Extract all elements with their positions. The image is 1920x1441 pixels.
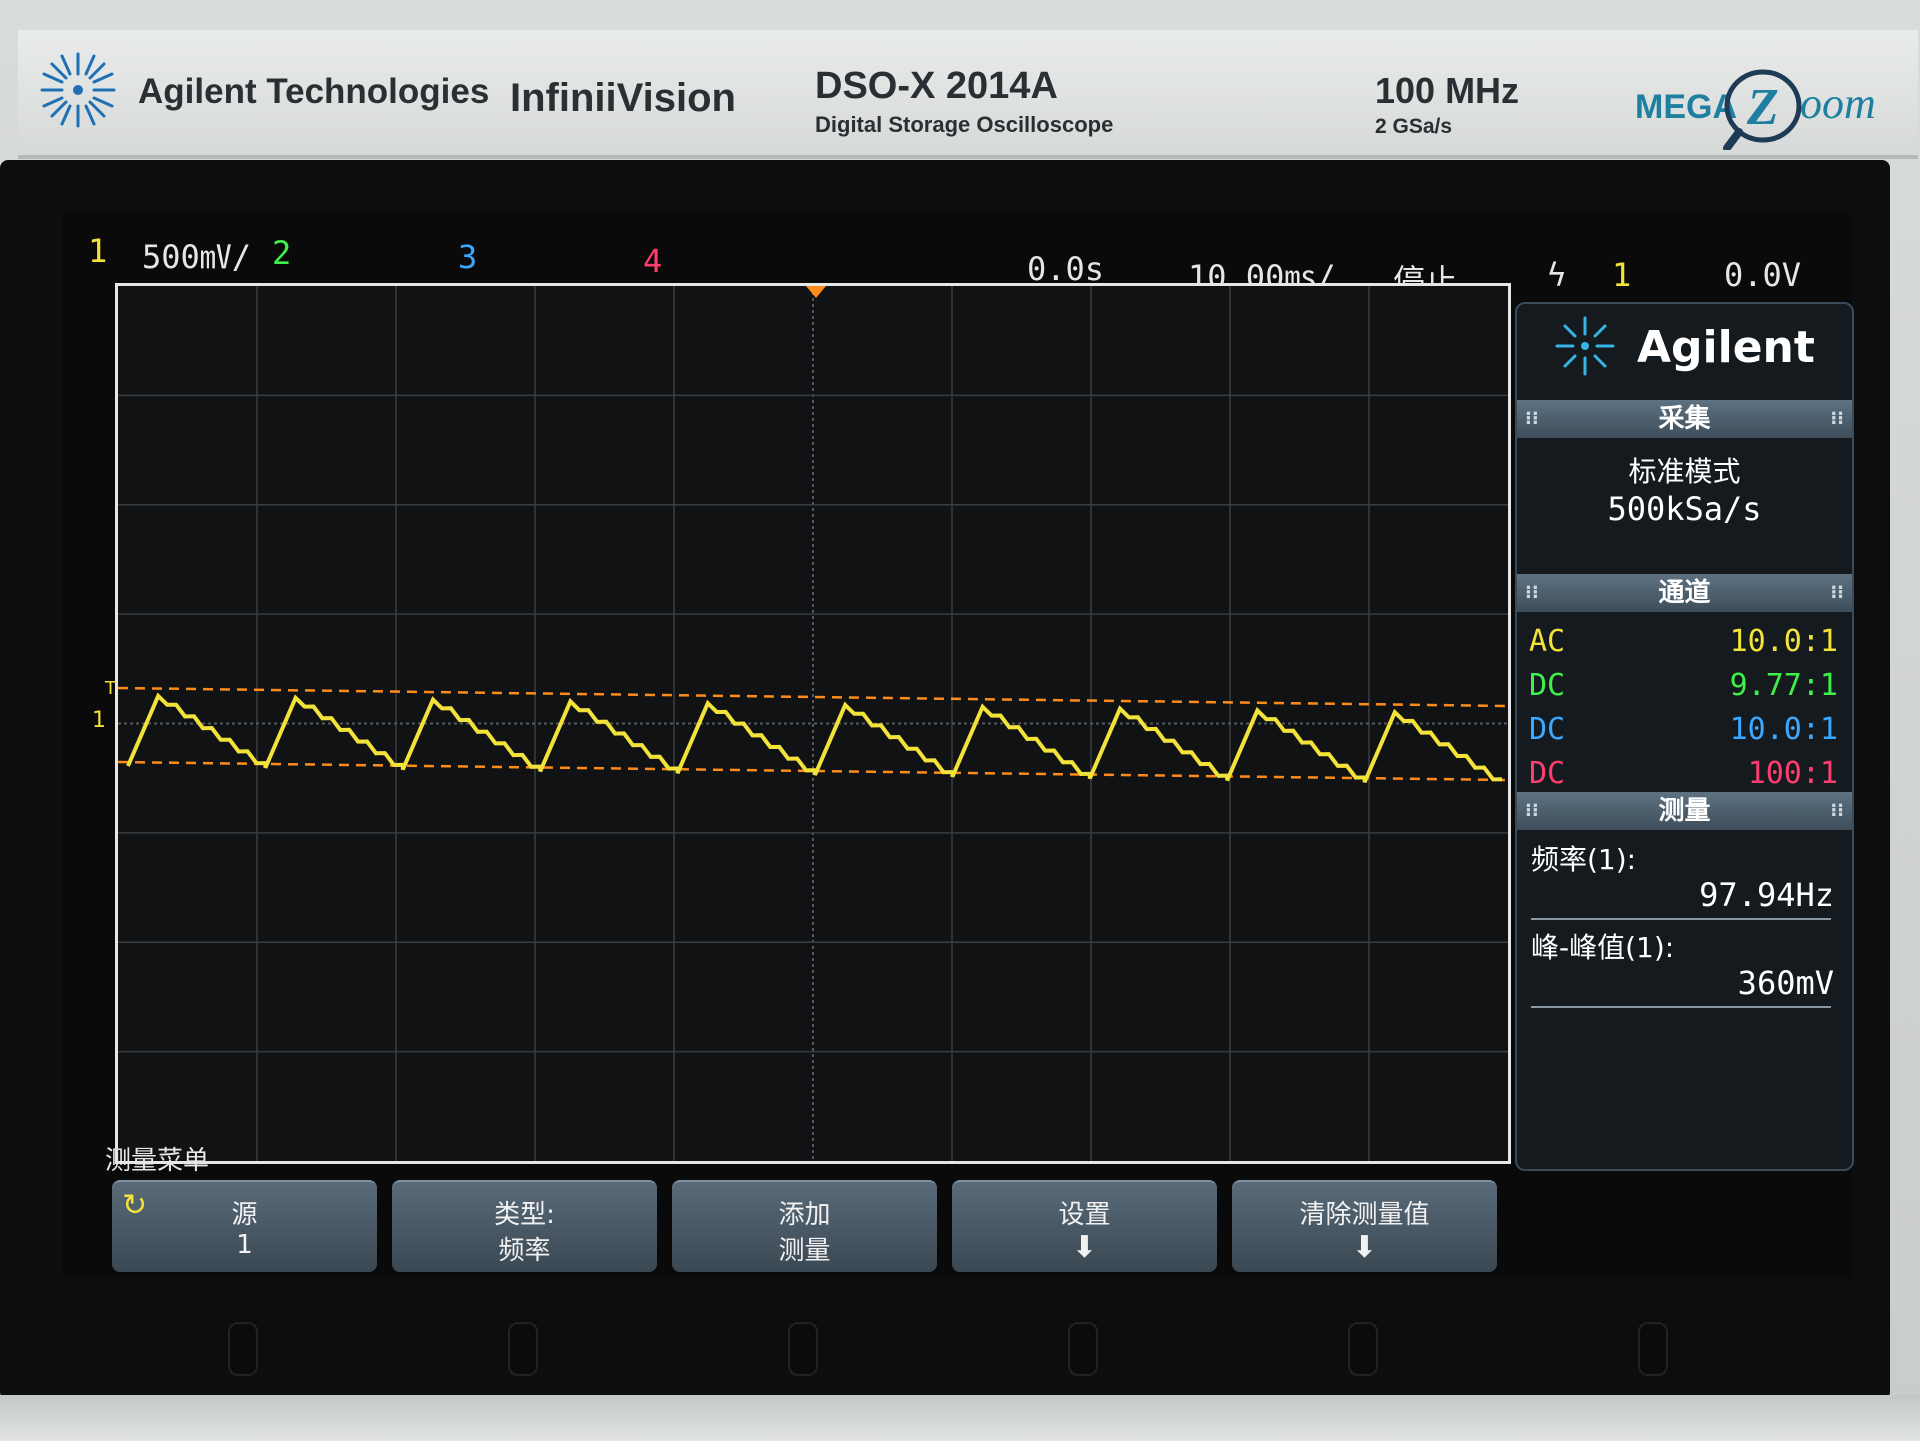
channel-coupling: DC: [1529, 756, 1566, 791]
softkey-4[interactable]: 设置 ⬇: [952, 1180, 1217, 1272]
ch1-trace: [126, 692, 1503, 783]
bottom-bezel: [0, 1395, 1920, 1441]
softkey-2[interactable]: 类型: 频率: [392, 1180, 657, 1272]
physical-softkey-3[interactable]: [788, 1322, 818, 1376]
channel-header-label: 通道: [1658, 578, 1711, 608]
submenu-arrow-icon: ⬇: [1351, 1230, 1378, 1265]
model-description: Digital Storage Oscilloscope: [815, 112, 1114, 137]
menu-title: 测量菜单: [105, 1146, 210, 1176]
channel-coupling: DC: [1529, 668, 1566, 703]
physical-softkey-4[interactable]: [1068, 1322, 1098, 1376]
channel-coupling: AC: [1529, 624, 1566, 659]
side-info-panel: Agilent ⁝⁝ 采集 ⁝⁝ 标准模式 500kSa/s ⁝⁝ 通道 ⁝⁝ …: [1515, 302, 1854, 1171]
softkey-value: 1: [236, 1230, 253, 1260]
agilent-star-icon: [1555, 316, 1615, 376]
trigger-position-marker: [806, 286, 826, 298]
ch3-number[interactable]: 3: [458, 238, 477, 276]
channel-probe-ratio: 10.0:1: [1729, 624, 1838, 659]
channel-probe-ratio: 10.0:1: [1729, 712, 1838, 747]
acquire-header[interactable]: ⁝⁝ 采集 ⁝⁝: [1517, 400, 1852, 438]
acquire-rate: 500kSa/s: [1607, 490, 1762, 528]
measure-divider-1: [1531, 918, 1831, 920]
softkey-label: 类型:: [494, 1200, 555, 1230]
trigger-edge-icon: ϟ: [1547, 256, 1567, 294]
physical-softkey-6[interactable]: [1638, 1322, 1668, 1376]
megazoom-oom-text: oom: [1800, 79, 1876, 128]
waveform-display[interactable]: [115, 283, 1511, 1164]
megazoom-mega-text: MEGA: [1635, 88, 1737, 126]
megazoom-z-text: Z: [1746, 79, 1779, 136]
ch1-scale: 500㎷/: [142, 238, 252, 276]
trigger-channel: 1: [1612, 256, 1632, 294]
softkey-label: 添加: [778, 1200, 831, 1230]
ch4-number[interactable]: 4: [643, 242, 662, 280]
channel-probe-ratio: 9.77:1: [1729, 668, 1838, 703]
channel-coupling: DC: [1529, 712, 1566, 747]
softkey-label: 清除测量值: [1299, 1200, 1430, 1230]
measure-1-value: 97.94Hz: [1699, 876, 1834, 914]
ch1-ground-marker[interactable]: 1: [92, 708, 106, 733]
graticule-grid: [118, 286, 1508, 1161]
softkey-value: 测量: [778, 1236, 831, 1266]
measure-1-label: 频率(1):: [1531, 843, 1637, 876]
softkey-1[interactable]: 源 1 ↻: [112, 1180, 377, 1272]
trigger-level: 0.0V: [1724, 256, 1802, 294]
submenu-arrow-icon: ⬇: [1071, 1230, 1098, 1265]
measure-2-label: 峰-峰值(1):: [1531, 931, 1675, 964]
softkey-5[interactable]: 清除测量值 ⬇: [1232, 1180, 1497, 1272]
bandwidth-label: 100 MHz: [1375, 70, 1520, 111]
series-name: InfiniiVision: [510, 76, 736, 120]
measure-header-label: 测量: [1658, 796, 1711, 826]
physical-softkey-2[interactable]: [508, 1322, 538, 1376]
acquire-mode: 标准模式: [1628, 455, 1741, 488]
softkey-3[interactable]: 添加 测量: [672, 1180, 937, 1272]
trigger-level-marker: T: [105, 678, 116, 699]
company-name: Agilent Technologies: [138, 72, 490, 111]
ch1-number[interactable]: 1: [88, 232, 107, 270]
physical-softkey-1[interactable]: [228, 1322, 258, 1376]
megazoom-logo: MEGA Z oom: [1635, 69, 1876, 150]
softkey-value: 频率: [498, 1236, 551, 1266]
ch2-number[interactable]: 2: [272, 234, 291, 272]
panel-logo-text: Agilent: [1637, 322, 1815, 373]
channel-probe-ratio: 100:1: [1747, 756, 1838, 791]
measure-2-value: 360mV: [1737, 964, 1834, 1002]
softkey-label: 源: [231, 1200, 258, 1230]
measure-divider-2: [1531, 1006, 1831, 1008]
agilent-logo-icon: [40, 52, 116, 128]
measure-header[interactable]: ⁝⁝ 测量 ⁝⁝: [1517, 792, 1852, 830]
rotate-knob-icon: ↻: [122, 1188, 148, 1223]
channel-header[interactable]: ⁝⁝ 通道 ⁝⁝: [1517, 574, 1852, 612]
waveform-plot: [118, 286, 1508, 1161]
sample-rate-label: 2 GSa/s: [1375, 115, 1453, 138]
physical-softkey-5[interactable]: [1348, 1322, 1378, 1376]
acquire-header-label: 采集: [1658, 404, 1711, 434]
softkey-label: 设置: [1058, 1200, 1111, 1230]
model-name: DSO-X 2014A: [815, 65, 1058, 107]
